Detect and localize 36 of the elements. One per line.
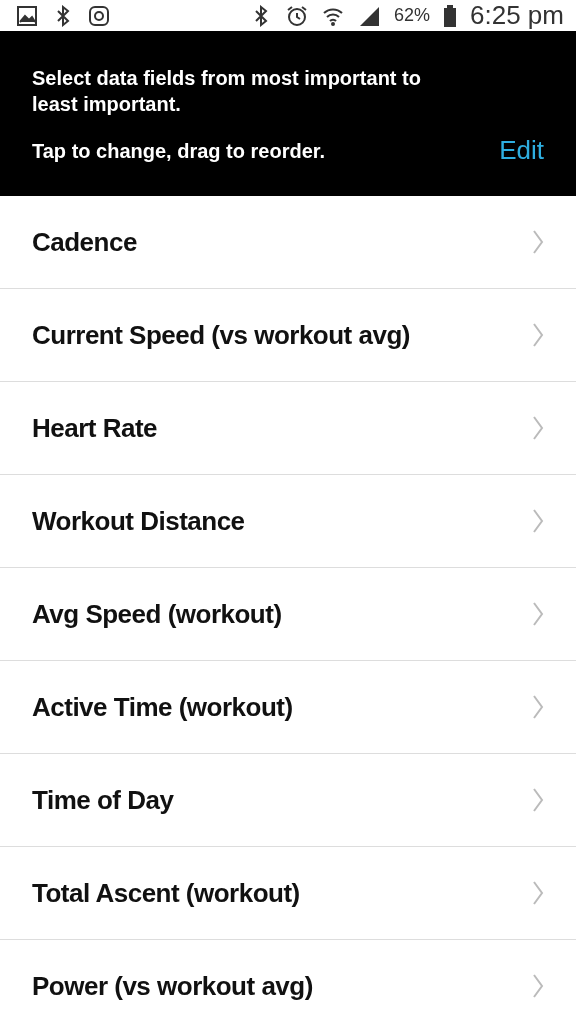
camera-icon [88,4,110,27]
data-field-row[interactable]: Active Time (workout) [0,661,576,754]
data-field-row[interactable]: Cadence [0,196,576,289]
field-label: Cadence [32,226,137,258]
chevron-right-icon [532,229,544,255]
data-field-row[interactable]: Power (vs workout avg) [0,940,576,1024]
field-label: Power (vs workout avg) [32,970,313,1002]
data-field-row[interactable]: Avg Speed (workout) [0,568,576,661]
data-field-row[interactable]: Current Speed (vs workout avg) [0,289,576,382]
field-label: Avg Speed (workout) [32,598,282,630]
chevron-right-icon [532,880,544,906]
chevron-right-icon [532,415,544,441]
data-field-row[interactable]: Time of Day [0,754,576,847]
edit-button[interactable]: Edit [499,135,544,166]
chevron-right-icon [532,973,544,999]
data-field-row[interactable]: Total Ascent (workout) [0,847,576,940]
field-label: Workout Distance [32,505,245,537]
battery-percentage: 62% [394,5,431,26]
field-label: Total Ascent (workout) [32,877,300,909]
clock-time: 6:25 pm [470,0,564,31]
instruction-text: Select data fields from most important to least important. [32,66,422,117]
chevron-right-icon [532,508,544,534]
alarm-icon [286,4,308,27]
chevron-right-icon [532,601,544,627]
data-field-row[interactable]: Heart Rate [0,382,576,475]
field-label: Heart Rate [32,412,158,444]
data-field-row[interactable]: Workout Distance [0,475,576,568]
image-icon [16,4,38,27]
field-label: Current Speed (vs workout avg) [32,319,410,351]
chevron-right-icon [532,694,544,720]
hint-text: Tap to change, drag to reorder. [32,138,326,164]
field-label: Time of Day [32,784,174,816]
battery-icon [444,4,457,27]
chevron-right-icon [532,787,544,813]
chevron-right-icon [532,322,544,348]
field-label: Active Time (workout) [32,691,293,723]
